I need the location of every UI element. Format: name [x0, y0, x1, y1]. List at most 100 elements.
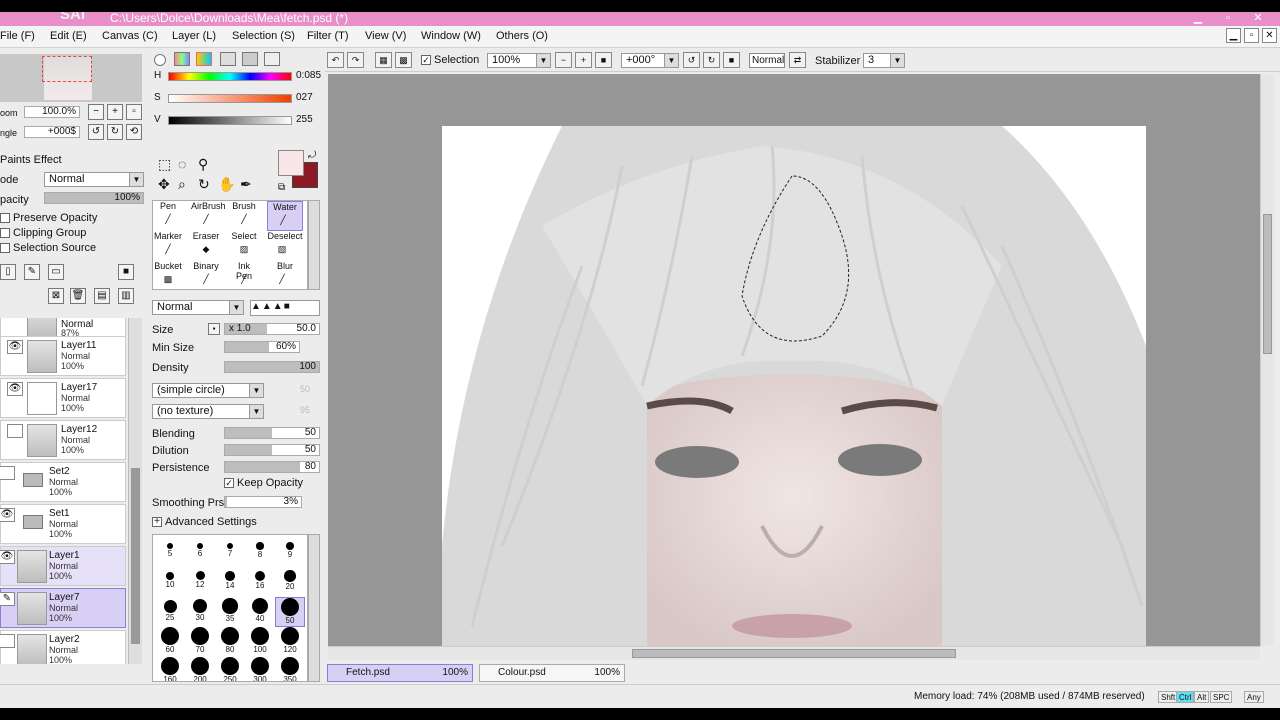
eye-icon[interactable]: 👁: [0, 550, 15, 564]
brush-size-16[interactable]: 16: [245, 567, 275, 597]
close-button[interactable]: ✕: [1250, 12, 1266, 24]
rotate-reset-button[interactable]: ■: [723, 52, 740, 68]
size-range-button[interactable]: ▪: [208, 323, 220, 335]
pen-icon[interactable]: ✎: [0, 592, 15, 606]
doc-restore-button[interactable]: ▫: [1244, 28, 1259, 43]
menu-view[interactable]: View (V): [365, 30, 406, 42]
layer-item[interactable]: 👁 Layer1 Normal 100%: [0, 546, 126, 586]
tool-water[interactable]: Water ╱: [267, 201, 303, 231]
tool-binary[interactable]: Binary ╱: [191, 261, 221, 291]
tool-brush[interactable]: Brush ╱: [229, 201, 259, 231]
brush-size-200[interactable]: 200: [185, 657, 215, 681]
tool-marker[interactable]: Marker ╱: [153, 231, 183, 261]
layer-folder-item[interactable]: Set2 Normal 100%: [0, 462, 126, 502]
brush-size-30[interactable]: 30: [185, 597, 215, 627]
menu-selection[interactable]: Selection (S): [232, 30, 295, 42]
layer-list-scroll-thumb[interactable]: [131, 468, 140, 644]
brush-size-120[interactable]: 120: [275, 627, 305, 657]
color-wheel-toggle-icon[interactable]: [154, 54, 166, 66]
menu-edit[interactable]: Edit (E): [50, 30, 87, 42]
keep-opacity-checkbox[interactable]: ✓ Keep Opacity: [224, 477, 303, 489]
menu-layer[interactable]: Layer (L): [172, 30, 216, 42]
new-folder-icon[interactable]: ▭: [48, 264, 64, 280]
tool-pen[interactable]: Pen ╱: [153, 201, 183, 231]
zoom-slider[interactable]: 100.0%: [24, 106, 80, 118]
layer-item[interactable]: Layer12 Normal 100%: [0, 420, 126, 460]
document-tab[interactable]: Colour.psd 100%: [479, 664, 625, 682]
tool-ink-pen[interactable]: Ink Pen ╱: [229, 261, 259, 291]
move-icon[interactable]: ✥: [158, 176, 170, 193]
canvas-zoom-select[interactable]: 100% ▼: [487, 53, 551, 68]
brush-size-250[interactable]: 250: [215, 657, 245, 681]
brush-size-10[interactable]: 10: [155, 567, 185, 597]
layer-opacity-slider[interactable]: 100%: [44, 192, 144, 204]
brush-size-7[interactable]: 7: [215, 537, 245, 567]
zoom-icon[interactable]: ⌕: [178, 176, 186, 193]
brush-shape-select[interactable]: (simple circle) ▼: [152, 383, 264, 398]
min-size-slider[interactable]: 60%: [224, 341, 300, 353]
tool-bucket[interactable]: Bucket ▩: [153, 261, 183, 291]
rotate-left-button[interactable]: ↺: [88, 124, 104, 140]
smoothing-slider[interactable]: 3%: [224, 496, 302, 508]
value-slider[interactable]: [168, 116, 292, 125]
menu-file[interactable]: File (F): [0, 30, 35, 42]
brush-size-70[interactable]: 70: [185, 627, 215, 657]
canvas-viewport[interactable]: [328, 74, 1260, 646]
show-selection-checkbox[interactable]: ✓ Selection: [421, 54, 479, 66]
brush-size-14[interactable]: 14: [215, 567, 245, 597]
brush-size-6[interactable]: 6: [185, 537, 215, 567]
visibility-toggle-off[interactable]: [0, 466, 15, 480]
color-mixer-toggle-icon[interactable]: [220, 52, 236, 66]
persistence-slider[interactable]: 80: [224, 461, 320, 473]
zoom-in-button[interactable]: +: [575, 52, 592, 68]
density-slider[interactable]: 100: [224, 361, 320, 373]
layer-item[interactable]: Layer2 Normal 100%: [0, 630, 126, 664]
brush-size-350[interactable]: 350: [275, 657, 305, 681]
horizontal-scroll-thumb[interactable]: [632, 649, 956, 658]
brush-size-20[interactable]: 20: [275, 567, 305, 597]
rotate-icon[interactable]: ↻: [198, 176, 210, 193]
brush-size-8[interactable]: 8: [245, 537, 275, 567]
tool-airbrush[interactable]: AirBrush ╱: [191, 201, 226, 231]
brush-size-9[interactable]: 9: [275, 537, 305, 567]
layer-folder-item[interactable]: 👁 Set1 Normal 100%: [0, 504, 126, 544]
clear-layer-icon[interactable]: ▤: [94, 288, 110, 304]
zoom-in-button[interactable]: +: [107, 104, 123, 120]
hsv-slider-toggle-icon[interactable]: [196, 52, 212, 66]
saturation-slider[interactable]: [168, 94, 292, 103]
eyedropper-icon[interactable]: ✒: [240, 176, 252, 193]
tool-blur[interactable]: Blur ╱: [267, 261, 303, 291]
new-layer-icon[interactable]: ▯: [0, 264, 16, 280]
brush-tip-shape-selector[interactable]: ▲▲▲■: [250, 300, 320, 316]
tool-eraser[interactable]: Eraser ◆: [191, 231, 221, 261]
doc-close-button[interactable]: ✕: [1262, 28, 1277, 43]
deselect-button[interactable]: ▦: [375, 52, 392, 68]
redo-button[interactable]: ↷: [347, 52, 364, 68]
doc-minimize-button[interactable]: ▁: [1226, 28, 1241, 43]
view-blend-mode[interactable]: Normal: [749, 53, 785, 68]
hue-slider[interactable]: [168, 72, 292, 81]
eye-icon[interactable]: 👁: [7, 340, 23, 354]
swap-colors-icon[interactable]: ⤾: [308, 150, 316, 161]
blending-slider[interactable]: 50: [224, 427, 320, 439]
menu-window[interactable]: Window (W): [421, 30, 481, 42]
clipping-group-checkbox[interactable]: Clipping Group: [0, 227, 86, 239]
menu-others[interactable]: Others (O): [496, 30, 548, 42]
canvas-vertical-scrollbar[interactable]: [1260, 74, 1274, 646]
canvas-angle-select[interactable]: +000° ▼: [621, 53, 679, 68]
brush-size-80[interactable]: 80: [215, 627, 245, 657]
brush-size-35[interactable]: 35: [215, 597, 245, 627]
eye-icon[interactable]: 👁: [0, 508, 15, 522]
stabilizer-select[interactable]: 3 ▼: [863, 53, 905, 68]
magic-wand-icon[interactable]: ⚲: [198, 156, 208, 173]
rotate-right-button[interactable]: ↻: [107, 124, 123, 140]
visibility-toggle-off[interactable]: [0, 634, 15, 648]
tool-palette-scrollbar[interactable]: [308, 200, 320, 290]
angle-slider[interactable]: +000$: [24, 126, 80, 138]
layer-list-scrollbar[interactable]: [128, 318, 142, 664]
selection-source-checkbox[interactable]: Selection Source: [0, 242, 96, 254]
document-tab-active[interactable]: Fetch.psd 100%: [327, 664, 473, 682]
menu-canvas[interactable]: Canvas (C): [102, 30, 158, 42]
tool-deselect[interactable]: Deselect ▧: [267, 231, 303, 261]
brush-size-5[interactable]: 5: [155, 537, 185, 567]
